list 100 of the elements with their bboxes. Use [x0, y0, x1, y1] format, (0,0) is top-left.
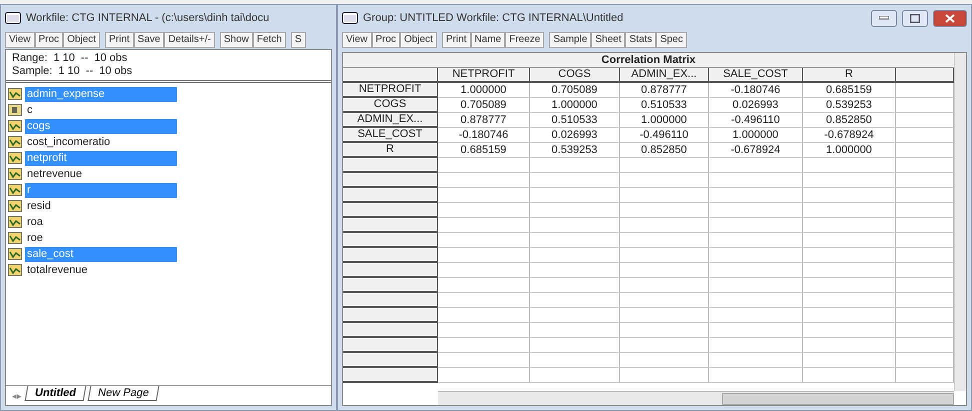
empty-cell	[896, 353, 954, 368]
row-header: COGS	[343, 98, 438, 113]
table-cell: -0.496110	[709, 113, 803, 128]
series-icon	[8, 168, 22, 180]
series-icon	[8, 216, 22, 228]
table-cell: 0.026993	[530, 128, 620, 143]
page-tab[interactable]: Untitled	[24, 386, 86, 401]
series-icon	[8, 184, 22, 196]
toolbar-button[interactable]: Show	[220, 32, 253, 48]
info-value: 1 10	[53, 52, 75, 65]
page-tab[interactable]: New Page	[88, 386, 160, 401]
empty-cell	[896, 218, 954, 233]
object-item[interactable]: roe	[25, 230, 177, 246]
object-item[interactable]: cost_incomeratio	[25, 134, 177, 150]
close-button[interactable]	[933, 10, 967, 26]
toolbar-button[interactable]: View	[5, 32, 34, 48]
toolbar-button[interactable]: Freeze	[505, 32, 544, 48]
empty-cell	[896, 143, 954, 158]
info-dash: --	[80, 52, 88, 65]
table-cell: 0.705089	[438, 98, 530, 113]
minimize-icon	[879, 16, 889, 20]
series-icon	[8, 120, 22, 132]
toolbar-button[interactable]: Fetch	[252, 32, 286, 48]
toolbar-button[interactable]: Print	[442, 32, 471, 48]
row-header: SALE_COST	[343, 128, 438, 143]
empty-cell	[896, 278, 954, 293]
empty-cell	[896, 83, 954, 98]
table-cell: 0.878777	[438, 113, 530, 128]
table-cell: 1.000000	[530, 98, 620, 113]
table-cell: 0.539253	[530, 143, 620, 158]
table-cell: 0.852850	[620, 143, 709, 158]
empty-cell	[896, 98, 954, 113]
table-cell: 1.000000	[709, 128, 803, 143]
table-cell: 0.026993	[709, 98, 803, 113]
table-cell: 1.000000	[803, 143, 896, 158]
toolbar-button[interactable]: Object	[63, 32, 100, 48]
toolbar-button[interactable]: Save	[134, 32, 164, 48]
toolbar-button[interactable]: Spec	[656, 32, 687, 48]
toolbar-button[interactable]: Sample	[549, 32, 592, 48]
column-header	[896, 68, 954, 83]
toolbar-button[interactable]: Sheet	[591, 32, 626, 48]
empty-cell	[896, 308, 954, 323]
object-item[interactable]: c	[25, 102, 177, 118]
row-header: R	[343, 143, 438, 158]
empty-cell	[896, 293, 954, 308]
table-cell: -0.180746	[438, 128, 530, 143]
empty-cell	[896, 248, 954, 263]
column-header: ADMIN_EX...	[620, 68, 709, 83]
toolbar-button[interactable]: Object	[400, 32, 437, 48]
object-item[interactable]: roa	[25, 214, 177, 230]
horizontal-scrollbar[interactable]	[438, 391, 954, 405]
tab-scroll-arrows[interactable]: ◂▸	[12, 391, 22, 401]
window-title: Workfile: CTG INTERNAL - (c:\users\dinh tai\docu	[26, 12, 270, 24]
minimize-button[interactable]	[871, 10, 897, 26]
vertical-scrollbar[interactable]	[954, 53, 966, 391]
table-cell: 0.510533	[530, 113, 620, 128]
empty-cell	[896, 203, 954, 218]
table-cell: 0.685159	[803, 83, 896, 98]
column-header: SALE_COST	[709, 68, 803, 83]
column-header: R	[803, 68, 896, 83]
series-icon	[8, 248, 22, 260]
table-cell: -0.678924	[803, 128, 896, 143]
toolbar-button[interactable]: Name	[470, 32, 506, 48]
info-obs: 10 obs	[99, 65, 132, 78]
empty-cell	[896, 113, 954, 128]
object-item[interactable]: netrevenue	[25, 166, 177, 182]
table-title: Correlation Matrix	[343, 53, 954, 68]
info-dash: --	[86, 65, 94, 78]
column-header: COGS	[530, 68, 620, 83]
row-header: ADMIN_EX...	[343, 113, 438, 128]
series-icon	[8, 152, 22, 164]
toolbar-button[interactable]: View	[342, 32, 372, 48]
table-cell: 0.685159	[438, 143, 530, 158]
object-item[interactable]: resid	[25, 198, 177, 214]
table-cell: -0.678924	[709, 143, 803, 158]
toolbar-button[interactable]: Proc	[34, 32, 64, 48]
series-icon	[8, 232, 22, 244]
empty-cell	[896, 368, 954, 383]
toolbar-button[interactable]: Stats	[625, 32, 656, 48]
series-icon	[8, 264, 22, 276]
info-obs: 10 obs	[94, 52, 128, 65]
toolbar-button[interactable]: Proc	[372, 32, 400, 48]
series-icon	[8, 136, 22, 148]
series-icon	[8, 88, 22, 100]
object-item[interactable]: totalrevenue	[25, 262, 177, 278]
maximize-button[interactable]	[902, 10, 928, 26]
empty-cell	[896, 263, 954, 278]
column-header: NETPROFIT	[438, 68, 530, 83]
info-value: 1 10	[58, 65, 80, 78]
window-icon	[5, 12, 21, 24]
window-icon	[342, 12, 358, 24]
info-label: Sample:	[12, 65, 52, 78]
toolbar-button[interactable]: Print	[104, 32, 134, 48]
toolbar-button[interactable]: Details+/-	[164, 32, 215, 48]
toolbar-button[interactable]: S	[290, 32, 306, 48]
table-cell: 0.705089	[530, 83, 620, 98]
table-cell: -0.180746	[709, 83, 803, 98]
empty-cell	[896, 338, 954, 353]
empty-cell	[896, 158, 954, 173]
empty-cell	[896, 323, 954, 338]
